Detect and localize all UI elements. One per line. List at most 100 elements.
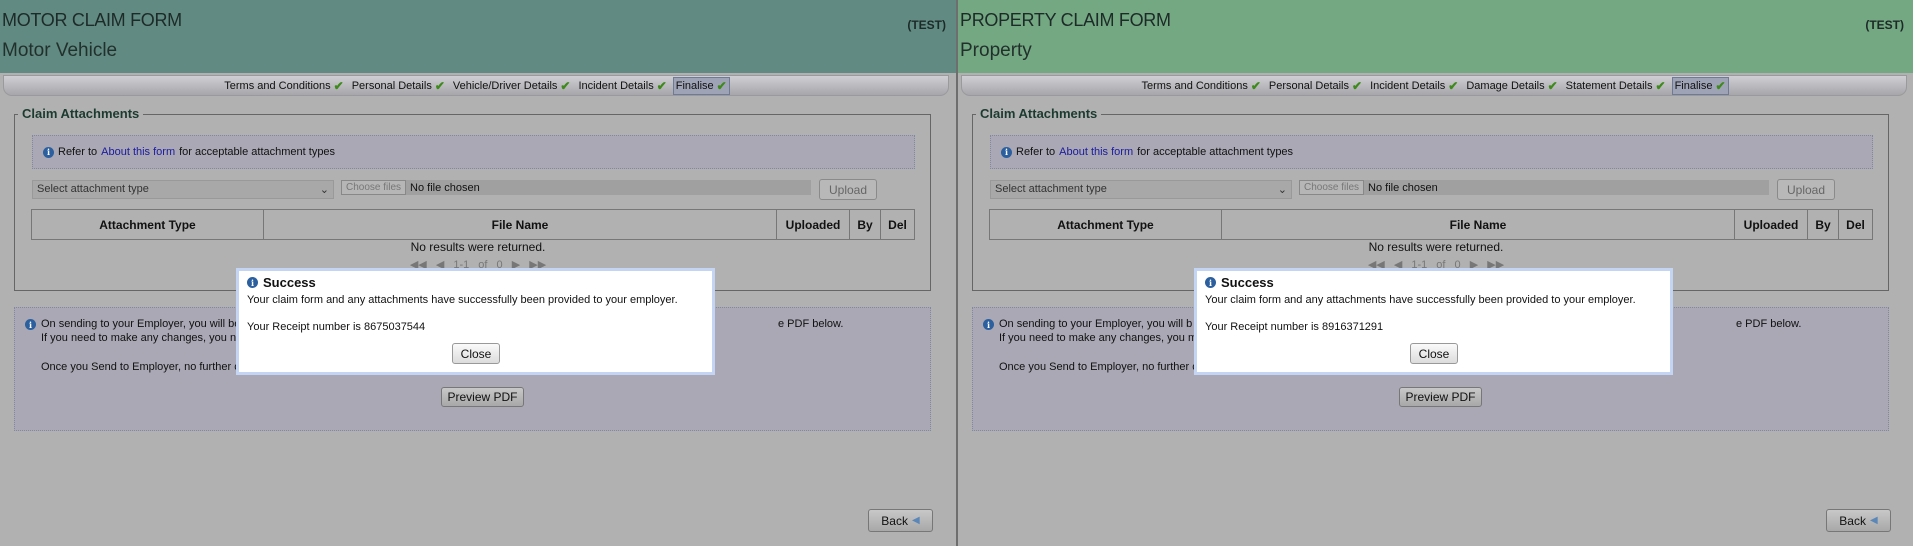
checkmark-icon: ✔ — [1448, 78, 1459, 93]
step-label: Finalise — [675, 79, 714, 92]
step-statement-details[interactable]: Statement Details ✔ — [1564, 78, 1668, 94]
notice-line-end: e PDF below. — [778, 318, 844, 330]
column-header[interactable]: By — [1807, 209, 1839, 240]
claim-attachments-legend: Claim Attachments — [976, 106, 1102, 121]
back-label: Back — [1839, 513, 1866, 528]
attachment-info-box: i Refer to About this form for acceptabl… — [990, 135, 1873, 169]
info-suffix: for acceptable attachment types — [179, 146, 336, 158]
dialog-message: Your claim form and any attachments have… — [1205, 294, 1636, 306]
environment-label: (TEST) — [907, 18, 946, 32]
form-subtitle: Property — [960, 40, 1032, 61]
choose-files-button[interactable]: Choose files — [341, 180, 407, 195]
step-label: Personal Details — [351, 79, 432, 92]
attachments-table: Attachment Type File Name Uploaded By De… — [31, 209, 915, 240]
step-personal-details[interactable]: Personal Details ✔ — [1267, 78, 1364, 94]
upload-button[interactable]: Upload — [1777, 179, 1835, 200]
step-label: Vehicle/Driver Details — [452, 79, 558, 92]
dialog-message: Your claim form and any attachments have… — [247, 294, 678, 306]
step-navigation: Terms and Conditions ✔ Personal Details ✔ In… — [961, 75, 1907, 96]
step-finalise[interactable]: Finalise ✔ — [672, 76, 730, 95]
column-header[interactable]: Attachment Type — [31, 209, 264, 240]
preview-pdf-button[interactable]: Preview PDF — [1399, 387, 1482, 407]
step-label: Incident Details — [578, 79, 654, 92]
file-status: No file chosen — [410, 181, 480, 194]
about-this-form-link[interactable]: About this form — [101, 146, 175, 158]
info-icon: i — [43, 146, 54, 158]
checkmark-icon: ✔ — [1250, 78, 1261, 93]
checkmark-icon: ✔ — [1547, 78, 1558, 93]
checkmark-icon: ✔ — [656, 78, 667, 93]
info-prefix: Refer to — [58, 146, 98, 158]
close-button[interactable]: Close — [452, 343, 500, 364]
attachment-info-box: i Refer to About this form for acceptabl… — [32, 135, 915, 169]
column-header[interactable]: By — [849, 209, 881, 240]
back-button[interactable]: Back ◀ — [1826, 509, 1891, 532]
column-header[interactable]: Uploaded — [1734, 209, 1808, 240]
preview-pdf-button[interactable]: Preview PDF — [441, 387, 524, 407]
column-header[interactable]: File Name — [1221, 209, 1735, 240]
choose-files-button[interactable]: Choose files — [1299, 180, 1365, 195]
no-results-message: No results were returned. — [1368, 240, 1504, 254]
dialog-title: Success — [263, 275, 316, 290]
attachment-type-select[interactable]: Select attachment type ⌄ — [990, 180, 1292, 199]
checkmark-icon: ✔ — [716, 78, 727, 93]
form-header: MOTOR CLAIM FORM Motor Vehicle (TEST) — [0, 0, 956, 73]
notice-line: If you need to make any changes, you n — [41, 332, 237, 344]
info-suffix: for acceptable attachment types — [1137, 146, 1294, 158]
chevron-down-icon: ⌄ — [319, 184, 329, 196]
back-button[interactable]: Back ◀ — [868, 509, 933, 532]
form-header: PROPERTY CLAIM FORM Property (TEST) — [958, 0, 1913, 73]
step-terms-and-conditions[interactable]: Terms and Conditions ✔ — [1139, 78, 1262, 94]
success-dialog: i Success Your claim form and any attach… — [236, 268, 715, 375]
file-status: No file chosen — [1368, 181, 1438, 194]
step-label: Damage Details — [1466, 79, 1545, 92]
info-icon: i — [25, 319, 36, 330]
column-header[interactable]: File Name — [263, 209, 777, 240]
step-label: Personal Details — [1268, 79, 1349, 92]
column-header[interactable]: Attachment Type — [989, 209, 1222, 240]
step-incident-details[interactable]: Incident Details ✔ — [1368, 78, 1460, 94]
file-input[interactable]: Choose files No file chosen — [1299, 180, 1769, 195]
info-icon: i — [983, 319, 994, 330]
notice-line: Once you Send to Employer, no further c — [999, 361, 1198, 373]
checkmark-icon: ✔ — [1352, 78, 1363, 93]
attachment-type-select[interactable]: Select attachment type ⌄ — [32, 180, 334, 199]
attachments-table: Attachment Type File Name Uploaded By De… — [989, 209, 1873, 240]
column-header[interactable]: Del — [880, 209, 915, 240]
step-navigation: Terms and Conditions ✔ Personal Details ✔ Ve… — [3, 75, 949, 96]
step-personal-details[interactable]: Personal Details ✔ — [350, 78, 447, 94]
back-arrow-icon: ◀ — [1869, 515, 1878, 526]
info-prefix: Refer to — [1016, 146, 1056, 158]
back-label: Back — [881, 513, 908, 528]
form-title: PROPERTY CLAIM FORM — [960, 10, 1171, 30]
checkmark-icon: ✔ — [1655, 78, 1666, 93]
info-icon: i — [1001, 146, 1012, 158]
notice-line: On sending to your Employer, you will be — [41, 318, 241, 330]
step-label: Statement Details — [1565, 79, 1653, 92]
receipt-number: Your Receipt number is 8916371291 — [1205, 321, 1384, 333]
step-label: Terms and Conditions — [224, 79, 331, 92]
column-header[interactable]: Del — [1838, 209, 1873, 240]
about-this-form-link[interactable]: About this form — [1059, 146, 1133, 158]
step-label: Incident Details — [1370, 79, 1446, 92]
step-vehicle-driver-details[interactable]: Vehicle/Driver Details ✔ — [451, 78, 573, 94]
step-incident-details[interactable]: Incident Details ✔ — [576, 78, 668, 94]
chevron-down-icon: ⌄ — [1277, 184, 1287, 196]
property-claim-panel: PROPERTY CLAIM FORM Property (TEST) Term… — [958, 0, 1913, 546]
step-terms-and-conditions[interactable]: Terms and Conditions ✔ — [222, 78, 345, 94]
notice-line: On sending to your Employer, you will b — [999, 318, 1193, 330]
motor-claim-panel: MOTOR CLAIM FORM Motor Vehicle (TEST) Te… — [0, 0, 956, 546]
column-header[interactable]: Uploaded — [776, 209, 850, 240]
claim-attachments-legend: Claim Attachments — [18, 106, 144, 121]
notice-line-end: e PDF below. — [1736, 318, 1802, 330]
dialog-title: Success — [1221, 275, 1274, 290]
file-input[interactable]: Choose files No file chosen — [341, 180, 811, 195]
receipt-number: Your Receipt number is 8675037544 — [247, 321, 426, 333]
success-dialog: i Success Your claim form and any attach… — [1194, 268, 1673, 375]
close-button[interactable]: Close — [1410, 343, 1458, 364]
step-label: Finalise — [1674, 79, 1713, 92]
upload-button[interactable]: Upload — [819, 179, 877, 200]
step-finalise[interactable]: Finalise ✔ — [1671, 76, 1729, 95]
step-damage-details[interactable]: Damage Details ✔ — [1464, 78, 1559, 94]
attachment-type-value: Select attachment type — [37, 183, 149, 195]
